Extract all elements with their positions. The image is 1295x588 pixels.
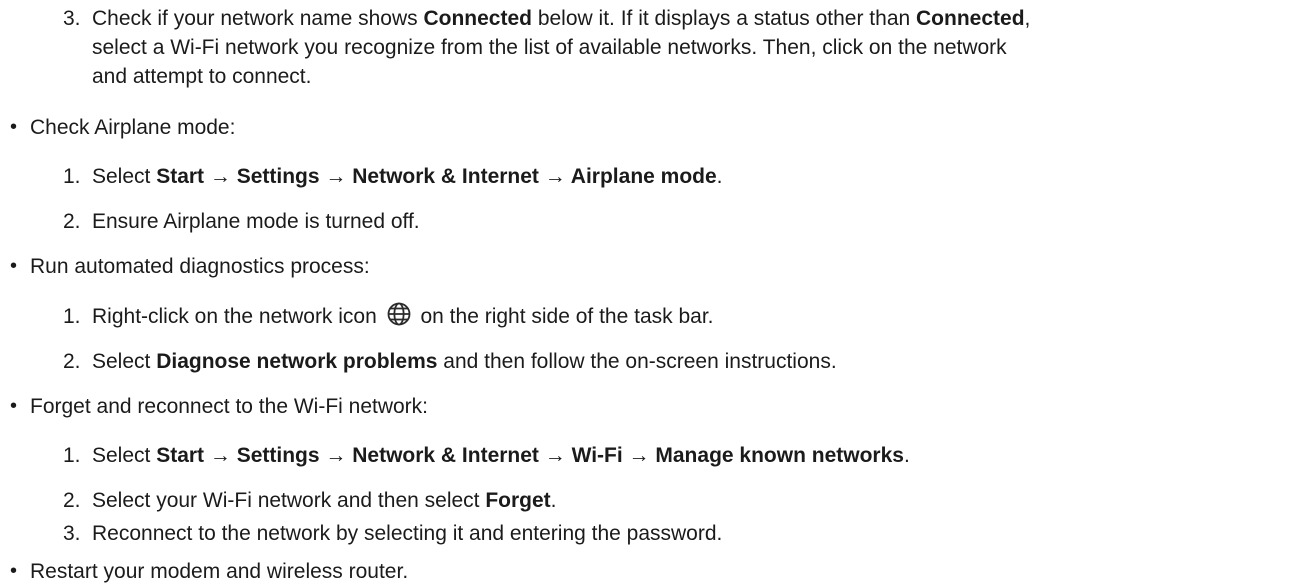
step-number: 2. — [63, 489, 81, 512]
step-text: Select — [92, 165, 157, 188]
bold-status: Connected — [916, 7, 1025, 30]
step-number: 3. — [63, 7, 81, 30]
step-3-line-3: and attempt to connect. — [92, 65, 312, 88]
step-text: Select — [92, 350, 157, 373]
step-text: Reconnect to the network by selecting it… — [92, 522, 723, 545]
forget-step-1: 1. Select Start → Settings → Network & In… — [63, 441, 910, 470]
forget-step-2: 2. Select your Wi-Fi network and then sel… — [63, 486, 557, 515]
forget-step-3: 3. Reconnect to the network by selecting … — [63, 519, 722, 548]
step-number: 2. — [63, 210, 81, 233]
step-number: 1. — [63, 165, 81, 188]
bullet-title: Check Airplane mode: — [30, 116, 236, 139]
step-text: Right-click on the network icon — [92, 305, 377, 328]
bullet-glyph: • — [10, 255, 18, 277]
step-text: Check if your network name shows — [92, 7, 424, 30]
settings-path: Start → Settings → Network & Internet → … — [156, 165, 717, 188]
diagnostics-step-2: 2. Select Diagnose network problems and t… — [63, 347, 837, 376]
step-text: . — [716, 165, 723, 188]
step-text: and then follow the on-screen instructio… — [437, 350, 837, 373]
globe-network-icon — [386, 302, 412, 334]
step-number: 1. — [63, 444, 81, 467]
diagnostics-step-1: 1. Right-click on the network icon on the… — [63, 302, 714, 334]
bullet-title: Run automated diagnostics process: — [30, 255, 370, 278]
bold-command: Forget — [485, 489, 551, 512]
bullet-title: Forget and reconnect to the Wi-Fi networ… — [30, 395, 429, 418]
settings-path: Start → Settings → Network & Internet → … — [156, 444, 904, 467]
airplane-step-1: 1. Select Start → Settings → Network & In… — [63, 162, 723, 191]
step-3-line-2: select a Wi-Fi network you recognize fro… — [92, 36, 1007, 59]
step-text: Select your Wi-Fi network and then selec… — [92, 489, 486, 512]
step-text: Select — [92, 444, 157, 467]
step-number: 1. — [63, 305, 81, 328]
bullet-glyph: • — [10, 116, 18, 138]
bullet-glyph: • — [10, 560, 18, 582]
step-text: . — [550, 489, 557, 512]
bold-status: Connected — [423, 7, 532, 30]
bullet-glyph: • — [10, 395, 18, 417]
step-text: on the right side of the task bar. — [420, 305, 714, 328]
bold-command: Diagnose network problems — [156, 350, 438, 373]
troubleshooting-document: 3. Check if your network name shows Conne… — [0, 0, 1295, 588]
step-text: . — [903, 444, 910, 467]
step-text: Ensure Airplane mode is turned off. — [92, 210, 420, 233]
step-3-line-1: 3. Check if your network name shows Conne… — [63, 4, 1030, 33]
bullet-title: Restart your modem and wireless router. — [30, 560, 409, 583]
airplane-step-2: 2. Ensure Airplane mode is turned off. — [63, 207, 420, 236]
step-text: , — [1024, 7, 1031, 30]
step-text: below it. If it displays a status other … — [531, 7, 917, 30]
step-number: 2. — [63, 350, 81, 373]
step-number: 3. — [63, 522, 81, 545]
